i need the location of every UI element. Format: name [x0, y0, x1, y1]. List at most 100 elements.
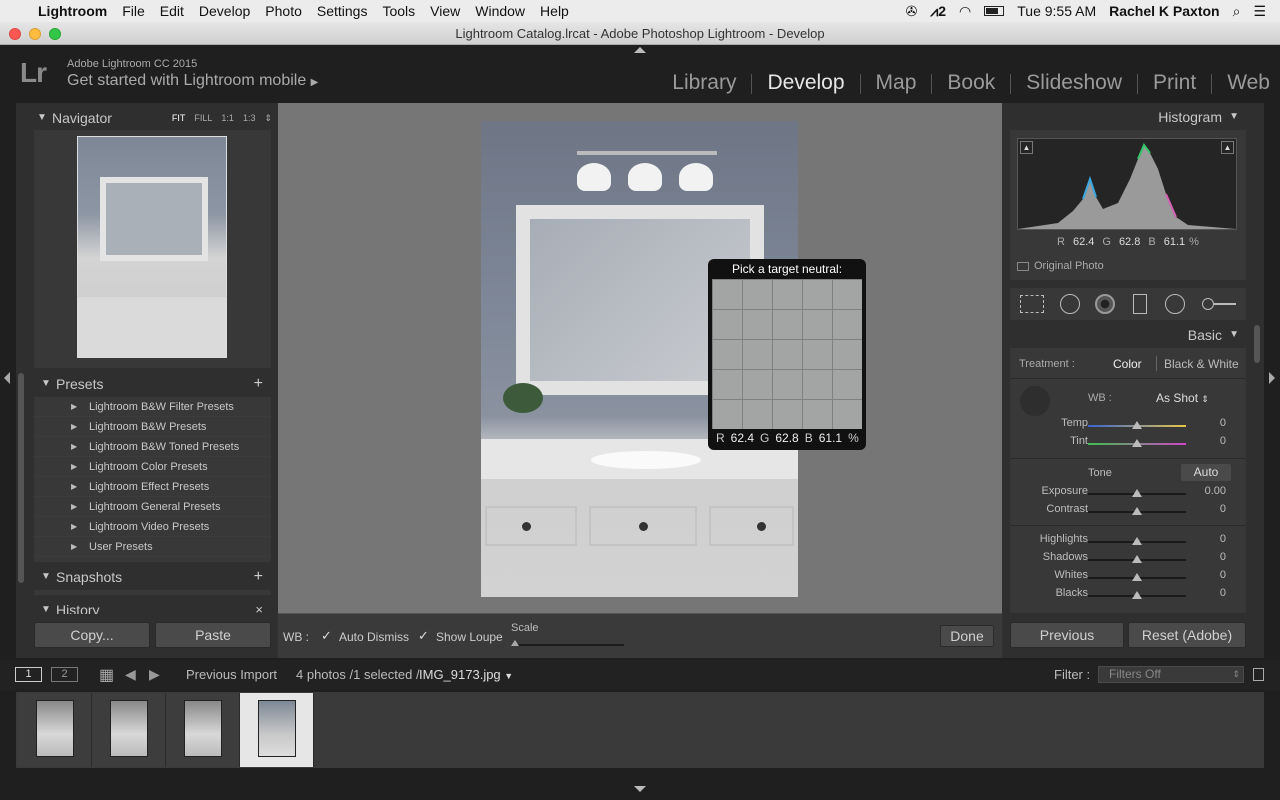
auto-dismiss-checkbox[interactable]: ✓	[321, 628, 332, 644]
tint-slider-row[interactable]: Tint 0	[1010, 435, 1246, 453]
menu-view[interactable]: View	[430, 3, 460, 19]
contrast-slider-knob[interactable]	[1132, 507, 1142, 515]
top-panel-toggle-icon[interactable]	[634, 47, 646, 53]
back-arrow-icon[interactable]: ◀	[125, 666, 136, 683]
adjustment-brush-icon[interactable]	[1202, 298, 1236, 310]
selected-filename[interactable]: IMG_9173.jpg ▼	[419, 667, 513, 682]
previous-button[interactable]: Previous	[1010, 622, 1124, 648]
paste-button[interactable]: Paste	[155, 622, 271, 648]
highlights-slider-row[interactable]: Highlights 0	[1010, 533, 1246, 551]
module-develop[interactable]: Develop	[767, 71, 844, 95]
module-print[interactable]: Print	[1153, 71, 1196, 95]
preset-folder[interactable]: Lightroom Video Presets	[34, 517, 271, 537]
filter-dropdown[interactable]: Filters Off ⇕	[1098, 666, 1244, 683]
original-photo-checkbox[interactable]	[1017, 262, 1029, 271]
temp-slider-row[interactable]: Temp 0	[1010, 417, 1246, 435]
preset-folder[interactable]: Lightroom Color Presets	[34, 457, 271, 477]
histogram-graph[interactable]: ▲ ▲	[1017, 138, 1237, 230]
right-panel-scrollbar[interactable]	[1254, 325, 1260, 363]
preset-folder[interactable]: Lightroom General Presets	[34, 497, 271, 517]
filmstrip-thumbnail[interactable]	[18, 693, 92, 767]
treatment-bw-option[interactable]: Black & White	[1164, 357, 1239, 371]
snapshots-header[interactable]: ▼ Snapshots +	[34, 565, 271, 589]
copy-button[interactable]: Copy...	[34, 622, 150, 648]
zoom-stepper-icon[interactable]: ⇕	[264, 106, 272, 130]
module-slideshow[interactable]: Slideshow	[1026, 71, 1122, 95]
contrast-slider-row[interactable]: Contrast 0	[1010, 503, 1246, 521]
notification-center-icon[interactable]: ☰	[1253, 3, 1266, 20]
whites-value[interactable]: 0	[1186, 569, 1226, 581]
exposure-value[interactable]: 0.00	[1186, 485, 1226, 497]
minimize-window-button[interactable]	[29, 28, 41, 40]
red-eye-tool-icon[interactable]	[1095, 294, 1115, 314]
temp-slider-knob[interactable]	[1132, 421, 1142, 429]
left-panel-scrollbar[interactable]	[18, 373, 24, 583]
zoom-1-3[interactable]: 1:3	[243, 106, 256, 130]
highlight-clipping-icon[interactable]: ▲	[1221, 141, 1234, 154]
histogram-header[interactable]: Histogram ▼	[1010, 105, 1246, 129]
left-panel-toggle-icon[interactable]	[4, 372, 10, 384]
menu-file[interactable]: File	[122, 3, 145, 19]
graduated-filter-icon[interactable]	[1133, 294, 1147, 314]
shadows-slider-row[interactable]: Shadows 0	[1010, 551, 1246, 569]
scale-slider[interactable]	[511, 640, 624, 646]
spot-removal-tool-icon[interactable]	[1060, 294, 1080, 314]
shadow-clipping-icon[interactable]: ▲	[1020, 141, 1033, 154]
photo-canvas[interactable]: Pick a target neutral: R 62.4 G 62.8 B 61.1…	[278, 103, 1002, 613]
sync-icon[interactable]: ✇	[906, 3, 918, 20]
menu-develop[interactable]: Develop	[199, 3, 250, 19]
spotlight-icon[interactable]: ⌕	[1233, 3, 1241, 20]
treatment-color-option[interactable]: Color	[1113, 357, 1142, 371]
module-library[interactable]: Library	[672, 71, 736, 95]
tint-value[interactable]: 0	[1186, 435, 1226, 447]
blacks-slider-row[interactable]: Blacks 0	[1010, 587, 1246, 605]
zoom-fit[interactable]: FIT	[172, 106, 186, 130]
auto-tone-button[interactable]: Auto	[1181, 464, 1231, 481]
preset-folder[interactable]: Lightroom Effect Presets	[34, 477, 271, 497]
bottom-panel-toggle-icon[interactable]	[634, 786, 646, 792]
temp-value[interactable]: 0	[1186, 417, 1226, 429]
exposure-slider-knob[interactable]	[1132, 489, 1142, 497]
highlights-value[interactable]: 0	[1186, 533, 1226, 545]
user-name[interactable]: Rachel K Paxton	[1109, 3, 1219, 19]
exposure-slider-row[interactable]: Exposure 0.00	[1010, 485, 1246, 503]
module-book[interactable]: Book	[947, 71, 995, 95]
menu-tools[interactable]: Tools	[382, 3, 415, 19]
wb-dropdown[interactable]: As Shot ⇕	[1156, 391, 1209, 405]
menu-settings[interactable]: Settings	[317, 3, 368, 19]
adobe-icon[interactable]: ⩘2	[930, 3, 946, 20]
reset-button[interactable]: Reset (Adobe)	[1128, 622, 1246, 648]
navigator-header[interactable]: ▼ Navigator FIT FILL 1:1 1:3 ⇕	[30, 106, 272, 132]
menu-photo[interactable]: Photo	[265, 3, 302, 19]
zoom-1-1[interactable]: 1:1	[221, 106, 234, 130]
preset-folder[interactable]: Lightroom B&W Filter Presets	[34, 397, 271, 417]
shadows-value[interactable]: 0	[1186, 551, 1226, 563]
wifi-icon[interactable]: ◠	[959, 3, 971, 20]
battery-icon[interactable]	[984, 6, 1005, 16]
zoom-fill[interactable]: FILL	[194, 106, 212, 130]
filmstrip-thumbnail[interactable]	[166, 693, 240, 767]
show-loupe-checkbox[interactable]: ✓	[418, 628, 429, 644]
scale-slider-knob[interactable]	[511, 640, 519, 646]
history-header[interactable]: ▼ History ×	[34, 600, 271, 614]
filmstrip-source[interactable]: Previous Import	[186, 667, 277, 682]
filmstrip-thumbnail[interactable]	[92, 693, 166, 767]
whites-slider-knob[interactable]	[1132, 573, 1142, 581]
blacks-value[interactable]: 0	[1186, 587, 1226, 599]
clear-history-icon[interactable]: ×	[255, 600, 263, 614]
grid-view-icon[interactable]: ▦	[99, 665, 114, 685]
second-screen-button[interactable]: 2	[51, 667, 78, 682]
main-screen-button[interactable]: 1	[15, 667, 42, 682]
menu-help[interactable]: Help	[540, 3, 569, 19]
close-window-button[interactable]	[9, 28, 21, 40]
filter-lock-icon[interactable]	[1253, 668, 1264, 681]
tint-slider-knob[interactable]	[1132, 439, 1142, 447]
right-panel-toggle-icon[interactable]	[1269, 372, 1275, 384]
menu-edit[interactable]: Edit	[160, 3, 184, 19]
basic-header[interactable]: Basic ▼	[1010, 323, 1246, 347]
contrast-value[interactable]: 0	[1186, 503, 1226, 515]
preset-folder[interactable]: User Presets	[34, 537, 271, 557]
module-web[interactable]: Web	[1227, 71, 1270, 95]
zoom-window-button[interactable]	[49, 28, 61, 40]
app-menu[interactable]: Lightroom	[38, 3, 107, 19]
